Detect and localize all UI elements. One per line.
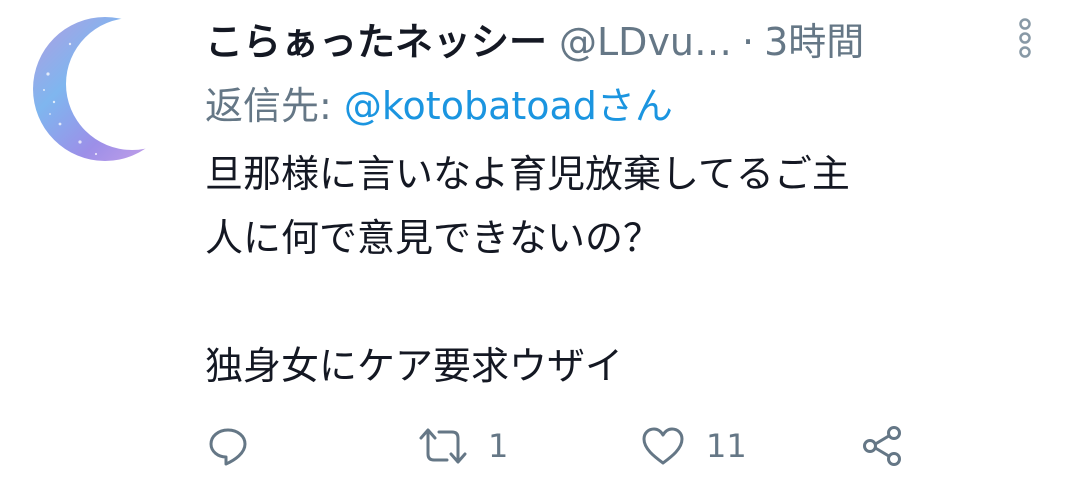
timestamp[interactable]: 3時間 — [764, 14, 864, 70]
tweet-line: 人に何で意見できないの？ — [205, 216, 662, 260]
separator-dot: · — [742, 20, 755, 64]
retweet-count: 1 — [488, 427, 509, 465]
like-button[interactable]: 11 — [640, 416, 747, 476]
tweet-text: 旦那様に言いなよ育児放棄してるご主 人に何で意見できないの？ 独身女にケア要求ウ… — [205, 142, 1045, 398]
user-handle[interactable]: @LDvu… — [559, 14, 732, 70]
heart-icon — [642, 427, 684, 465]
more-vertical-icon — [1019, 18, 1031, 58]
share-icon — [863, 426, 901, 466]
like-count: 11 — [706, 427, 747, 465]
avatar[interactable] — [30, 14, 180, 164]
retweet-icon — [419, 428, 467, 464]
reply-to-link[interactable]: @kotobatoadさん — [344, 84, 673, 128]
share-button[interactable] — [860, 416, 904, 476]
reply-button[interactable] — [206, 416, 250, 476]
more-options-button[interactable] — [1014, 18, 1036, 58]
reply-to-label: 返信先: — [205, 84, 332, 128]
retweet-button[interactable]: 1 — [418, 416, 508, 476]
tweet-line: 旦那様に言いなよ育児放棄してるご主 — [205, 152, 850, 196]
reply-to-line: 返信先: @kotobatoadさん — [205, 80, 673, 132]
tweet-actions: 1 11 — [0, 416, 1080, 476]
tweet-header: こらぁったネッシー @LDvu… · 3時間 — [205, 14, 1005, 70]
tweet-line: 独身女にケア要求ウザイ — [205, 344, 624, 388]
crescent-moon-image — [30, 14, 180, 164]
tweet-line — [205, 270, 1045, 334]
display-name[interactable]: こらぁったネッシー — [205, 14, 547, 70]
reply-icon — [209, 428, 247, 466]
